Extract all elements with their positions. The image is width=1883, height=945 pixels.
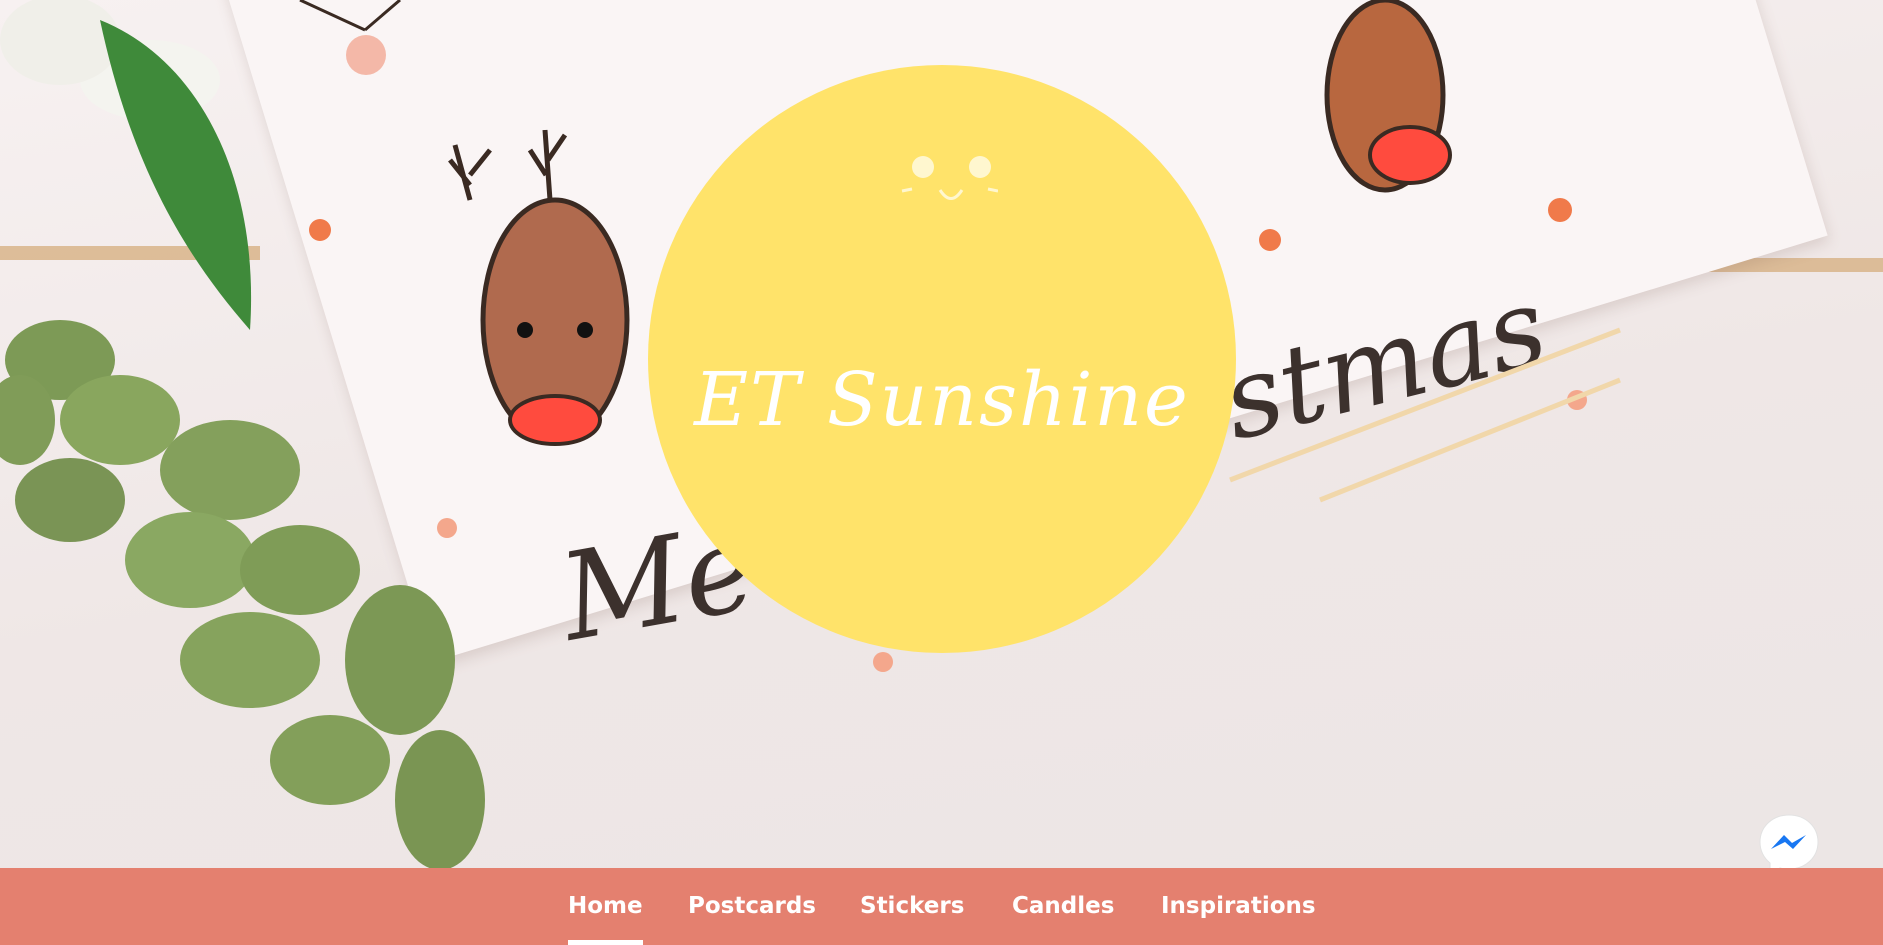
messenger-icon[interactable] <box>1756 811 1822 868</box>
nav-item-home[interactable]: Home <box>568 868 643 945</box>
nav-item-inspirations[interactable]: Inspirations <box>1161 868 1316 945</box>
nav-item-stickers[interactable]: Stickers <box>860 868 964 945</box>
nav-item-postcards[interactable]: Postcards <box>688 868 816 945</box>
reindeer-doodle <box>1324 0 1452 193</box>
brand-name: ET Sunshine <box>694 357 1190 443</box>
smiley-face-icon <box>901 156 998 200</box>
hero-banner: Me stmas ET Sunshine <box>0 0 1883 868</box>
nav-item-candles[interactable]: Candles <box>1012 868 1114 945</box>
svg-text:stmas: stmas <box>1210 262 1558 465</box>
reindeer-doodle <box>448 129 630 446</box>
brand-logo[interactable]: ET Sunshine <box>648 65 1236 653</box>
main-navigation: Home Postcards Stickers Candles Inspirat… <box>0 868 1883 945</box>
eucalyptus-leaves <box>0 0 485 868</box>
